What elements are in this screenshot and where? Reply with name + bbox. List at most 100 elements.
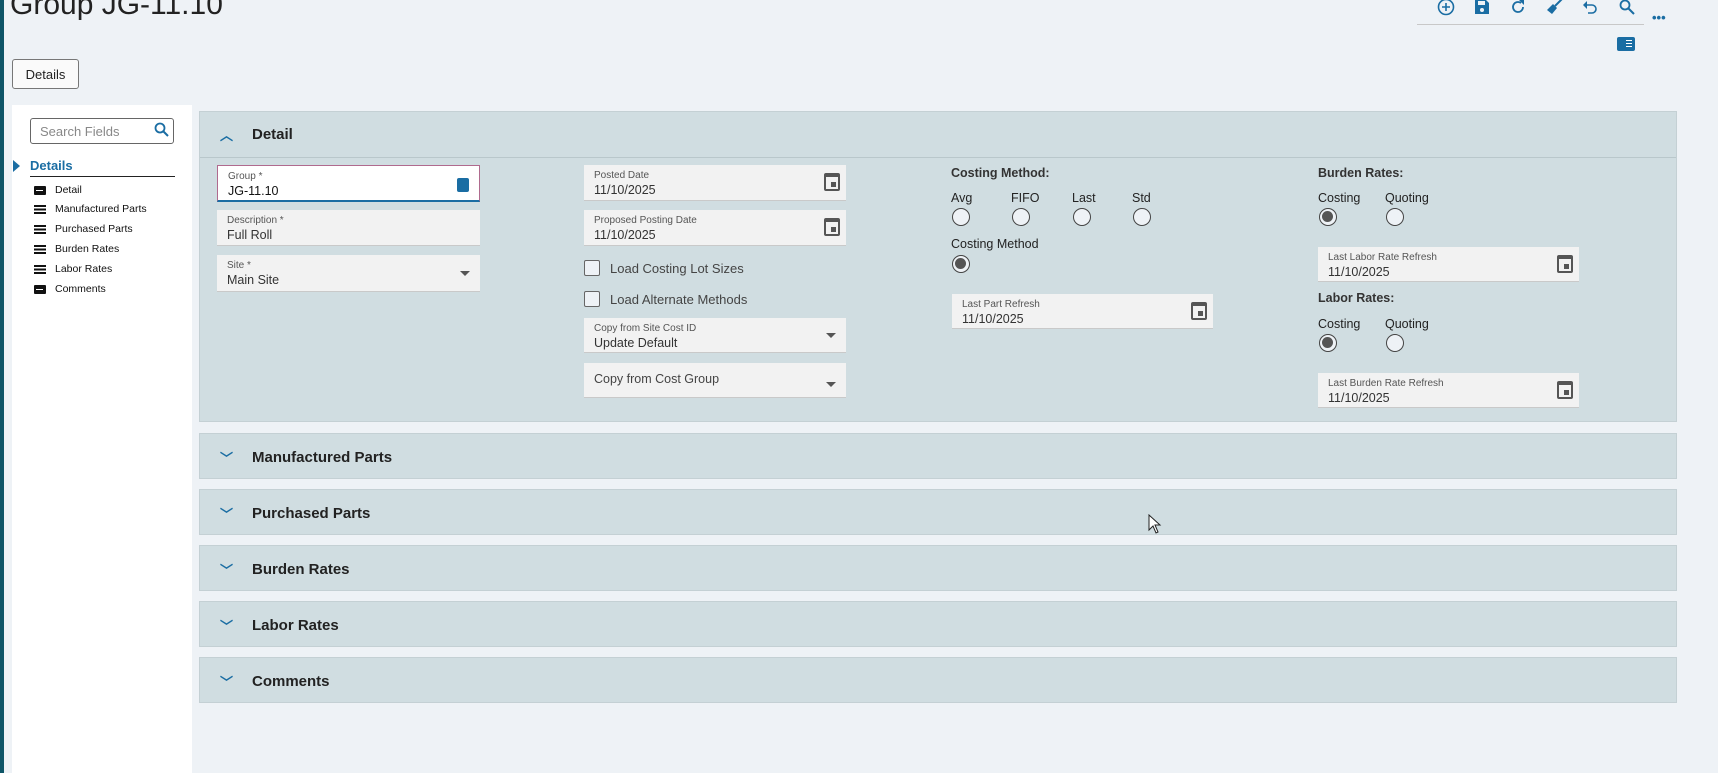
section-header[interactable]: ﹀ Comments: [200, 658, 1676, 704]
field-value: Update Default: [594, 336, 678, 350]
copy-from-site-cost-id-select[interactable]: Copy from Site Cost ID Update Default: [584, 318, 846, 353]
undo-icon[interactable]: [1578, 0, 1602, 19]
nav-item[interactable]: Purchased Parts: [34, 223, 133, 235]
description-field[interactable]: Description * Full Roll: [217, 210, 480, 246]
list-icon: [34, 244, 46, 254]
panel-toggle-icon[interactable]: [1617, 37, 1635, 51]
nav-item-label: Detail: [55, 184, 82, 196]
costing-option-label: FIFO: [1011, 191, 1040, 205]
load-alternate-methods-checkbox[interactable]: Load Alternate Methods: [584, 291, 747, 307]
burden-rates-heading: Burden Rates:: [1318, 166, 1404, 180]
field-label: Group *: [228, 171, 263, 182]
nav-heading-details[interactable]: Details: [30, 158, 73, 173]
nav-divider: [30, 176, 175, 177]
costing-option-radio[interactable]: [952, 208, 970, 226]
app-edge-bar: [0, 0, 4, 773]
nav-item-label: Manufactured Parts: [55, 203, 147, 215]
more-options-icon[interactable]: •••: [1652, 10, 1666, 25]
proposed-posting-date-field[interactable]: Proposed Posting Date 11/10/2025: [584, 210, 846, 246]
calendar-icon[interactable]: [1557, 255, 1573, 273]
rate-option-radio[interactable]: [1386, 208, 1404, 226]
detail-section-header[interactable]: ︿ Detail: [200, 112, 1676, 158]
field-value: 11/10/2025: [1328, 391, 1390, 405]
costing-method-label: Costing Method: [951, 237, 1039, 251]
load-costing-lot-sizes-checkbox[interactable]: Load Costing Lot Sizes: [584, 260, 744, 276]
calendar-icon[interactable]: [824, 173, 840, 191]
section-title: Burden Rates: [252, 560, 350, 578]
field-value: Main Site: [227, 273, 280, 287]
nav-item[interactable]: Detail: [34, 184, 82, 196]
labor-rates-heading: Labor Rates:: [1318, 291, 1395, 305]
last-part-refresh-field[interactable]: Last Part Refresh 11/10/2025: [952, 294, 1213, 329]
rate-option-label: Quoting: [1385, 191, 1429, 205]
rate-option-label: Costing: [1318, 191, 1361, 205]
collapsed-section[interactable]: ﹀ Comments: [199, 657, 1677, 703]
last-burden-rate-refresh-field[interactable]: Last Burden Rate Refresh 11/10/2025: [1318, 373, 1579, 408]
rate-option-radio[interactable]: [1319, 208, 1337, 226]
details-button[interactable]: Details: [12, 59, 79, 89]
group-field[interactable]: Group * JG-11.10: [217, 165, 480, 202]
field-label: Last Burden Rate Refresh: [1328, 378, 1444, 389]
section-title: Labor Rates: [252, 616, 339, 634]
list-icon: [34, 224, 46, 234]
last-labor-rate-refresh-field[interactable]: Last Labor Rate Refresh 11/10/2025: [1318, 247, 1579, 282]
costing-option-radio[interactable]: [1012, 208, 1030, 226]
list-icon: [34, 204, 46, 214]
nav-item-label: Comments: [55, 283, 106, 295]
collapsed-section[interactable]: ﹀ Labor Rates: [199, 601, 1677, 647]
collapsed-section[interactable]: ﹀ Purchased Parts: [199, 489, 1677, 535]
save-icon[interactable]: [1470, 0, 1494, 19]
costing-option-label: Avg: [951, 191, 973, 205]
nav-item[interactable]: Labor Rates: [34, 263, 112, 275]
field-label: Site *: [227, 260, 251, 271]
field-value: Full Roll: [227, 228, 273, 242]
chevron-down-icon: ﹀: [220, 674, 234, 690]
site-select[interactable]: Site * Main Site: [217, 255, 480, 292]
checkbox[interactable]: [584, 291, 600, 307]
dropdown-arrow-icon: [460, 271, 470, 276]
field-label: Posted Date: [594, 170, 650, 181]
section-header[interactable]: ﹀ Purchased Parts: [200, 490, 1676, 536]
section-header[interactable]: ﹀ Burden Rates: [200, 546, 1676, 592]
search-icon[interactable]: [154, 122, 170, 143]
field-value: JG-11.10: [228, 184, 279, 198]
section-title: Comments: [252, 672, 330, 690]
rate-option-radio[interactable]: [1386, 334, 1404, 352]
calendar-icon[interactable]: [824, 218, 840, 236]
costing-option-radio[interactable]: [1133, 208, 1151, 226]
costing-option-radio[interactable]: [1073, 208, 1091, 226]
nav-item[interactable]: Burden Rates: [34, 243, 119, 255]
costing-option-label: Std: [1132, 191, 1151, 205]
collapsed-section[interactable]: ﹀ Manufactured Parts: [199, 433, 1677, 479]
lookup-icon[interactable]: [457, 178, 469, 192]
costing-method-radio[interactable]: [952, 255, 970, 273]
section-header[interactable]: ﹀ Labor Rates: [200, 602, 1676, 648]
chevron-down-icon: ﹀: [220, 618, 234, 634]
chevron-up-icon: ︿: [220, 128, 234, 143]
add-icon[interactable]: [1434, 0, 1458, 19]
refresh-icon[interactable]: [1506, 0, 1530, 19]
rate-option-radio[interactable]: [1319, 334, 1337, 352]
copy-from-cost-group-select[interactable]: Copy from Cost Group: [584, 363, 846, 398]
nav-item-label: Labor Rates: [55, 263, 113, 275]
nav-item[interactable]: Manufactured Parts: [34, 203, 147, 215]
section-title: Manufactured Parts: [252, 448, 393, 466]
rate-option-label: Costing: [1318, 317, 1361, 331]
section-title: Detail: [252, 126, 293, 143]
costing-method-heading: Costing Method:: [951, 166, 1050, 180]
clear-icon[interactable]: [1542, 0, 1566, 19]
calendar-icon[interactable]: [1557, 381, 1573, 399]
toolbar-divider: [1417, 24, 1644, 25]
search-icon[interactable]: [1615, 0, 1639, 19]
posted-date-field[interactable]: Posted Date 11/10/2025: [584, 165, 846, 201]
chevron-down-icon: ﹀: [220, 450, 234, 466]
nav-item[interactable]: Comments: [34, 283, 106, 295]
section-header[interactable]: ﹀ Manufactured Parts: [200, 434, 1676, 480]
list-icon: [34, 264, 46, 274]
dropdown-arrow-icon: [826, 333, 836, 338]
search-fields-input[interactable]: Search Fields: [30, 118, 174, 144]
page-title: Group JG-11.10: [10, 0, 223, 21]
checkbox[interactable]: [584, 260, 600, 276]
collapsed-section[interactable]: ﹀ Burden Rates: [199, 545, 1677, 591]
calendar-icon[interactable]: [1191, 302, 1207, 320]
